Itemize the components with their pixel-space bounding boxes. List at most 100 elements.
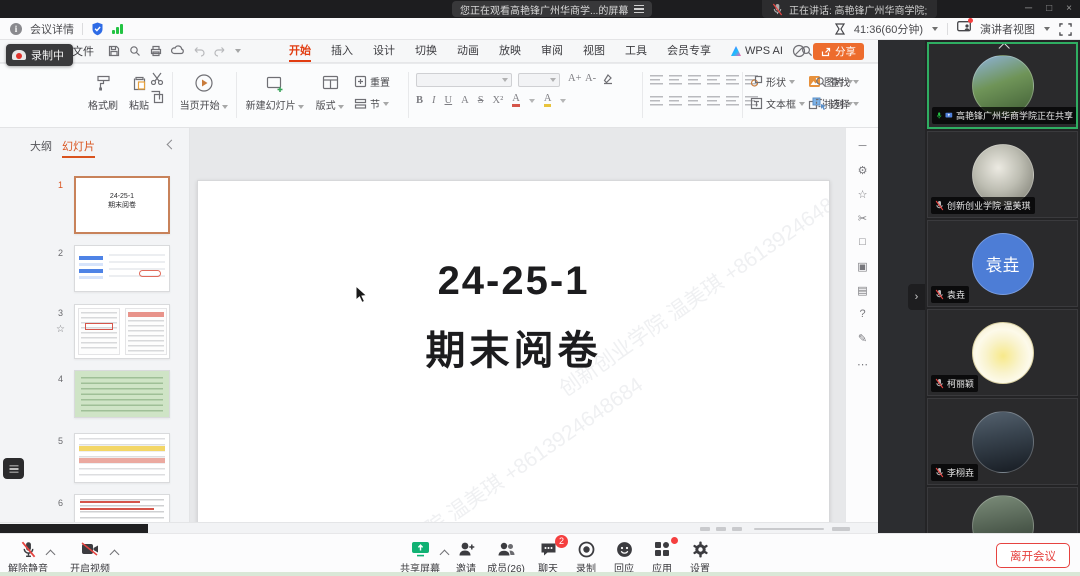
shadow-button[interactable]: A	[461, 95, 469, 106]
meeting-details-link[interactable]: 会议详情	[30, 21, 74, 37]
new-slide-button[interactable]: 新建幻灯片	[244, 72, 306, 112]
tools-icon[interactable]: ✂	[846, 212, 879, 225]
copy-panel-icon[interactable]: □	[846, 236, 879, 248]
font-color-button[interactable]: A	[512, 94, 520, 107]
strike-button[interactable]: S	[478, 95, 484, 106]
bold-button[interactable]: B	[416, 95, 423, 106]
select-button[interactable]: 选择	[815, 96, 859, 111]
view-sorter-icon[interactable]	[716, 527, 726, 531]
tab-tools[interactable]: 工具	[615, 40, 657, 63]
italic-button[interactable]: I	[432, 95, 436, 106]
highlight-color-button[interactable]: A	[544, 94, 552, 107]
superscript-button[interactable]: X²	[493, 95, 504, 106]
participant-tile[interactable]: 创新创业学院 温美琪	[927, 131, 1078, 218]
tab-member[interactable]: 会员专享	[657, 40, 721, 63]
banner-menu-icon[interactable]	[634, 5, 644, 13]
slide-thumbnail-3[interactable]	[74, 304, 170, 359]
print-preview-icon[interactable]	[129, 45, 141, 57]
underline-button[interactable]: U	[445, 95, 453, 106]
view-show-icon[interactable]	[732, 527, 742, 531]
collapse-tile-chevron-icon[interactable]	[998, 43, 1009, 54]
slide-canvas[interactable]: 创新创业学院 温美琪 +8613924648684 创新创业学院 温美琪 +86…	[197, 180, 830, 532]
distribute-icon[interactable]	[726, 95, 739, 106]
tab-home[interactable]: 开始	[279, 40, 321, 63]
find-button[interactable]: 查找	[815, 74, 859, 89]
decrease-font-button[interactable]: A-	[585, 73, 596, 84]
align-right-icon[interactable]	[688, 95, 701, 106]
view-normal-icon[interactable]	[700, 527, 710, 531]
chart-panel-icon[interactable]: ▣	[846, 260, 879, 273]
collapse-panel-icon[interactable]	[167, 140, 177, 150]
leave-meeting-button[interactable]: 离开会议	[996, 543, 1070, 568]
font-family-chevron-icon[interactable]	[502, 78, 508, 82]
participant-tile[interactable]: 柯丽颖	[927, 309, 1078, 396]
tab-slideshow[interactable]: 放映	[489, 40, 531, 63]
slide-thumbnail-5[interactable]	[74, 433, 170, 483]
font-color-chevron-icon[interactable]	[529, 99, 535, 103]
tab-animation[interactable]: 动画	[447, 40, 489, 63]
undo-icon[interactable]	[193, 45, 205, 57]
mic-options-chevron-icon[interactable]	[46, 550, 56, 560]
textbox-button[interactable]: 文本框	[750, 96, 805, 111]
slide-thumbnail-2[interactable]	[74, 245, 170, 292]
reset-button[interactable]: 重置	[354, 74, 390, 89]
watching-banner[interactable]: 您正在观看高艳锋广州华商学...的屏幕	[452, 1, 652, 17]
participant-tile[interactable]: 高艳锋广州华商学院正在共享	[927, 42, 1078, 129]
increase-indent-icon[interactable]	[707, 74, 720, 85]
minimize-button[interactable]: ─	[1025, 3, 1032, 14]
highlight-chevron-icon[interactable]	[560, 99, 566, 103]
settings-icon[interactable]: ⚙	[846, 164, 879, 177]
text-direction-icon[interactable]	[726, 74, 739, 85]
timer-chevron-down-icon[interactable]	[932, 27, 938, 31]
security-shield-icon[interactable]	[91, 22, 104, 36]
format-painter-button[interactable]: 格式刷	[86, 72, 120, 112]
section-button[interactable]: 节	[354, 96, 389, 111]
redo-icon[interactable]	[214, 45, 226, 57]
shapes-button[interactable]: 形状	[750, 74, 795, 89]
info-icon[interactable]: i	[10, 23, 22, 35]
view-mode-chevron-down-icon[interactable]	[1044, 27, 1050, 31]
unmute-button[interactable]: 解除静音	[0, 539, 56, 575]
copy-icon[interactable]	[150, 90, 164, 104]
expand-panel-button[interactable]: ›	[908, 284, 925, 310]
play-from-current-button[interactable]: 当页开始	[178, 72, 230, 112]
more-dots-icon[interactable]: ⋯	[846, 358, 879, 371]
tab-insert[interactable]: 插入	[321, 40, 363, 63]
settings-button[interactable]: 设置	[672, 539, 728, 575]
save-icon[interactable]	[108, 45, 120, 57]
tab-wps-ai[interactable]: WPS AI	[721, 45, 793, 57]
slide-thumbnail-4[interactable]	[74, 370, 170, 418]
notes-panel-icon[interactable]: ▤	[846, 284, 879, 297]
view-mode-label[interactable]: 演讲者视图	[980, 21, 1035, 37]
justify-icon[interactable]	[707, 95, 720, 106]
wps-share-button[interactable]: 分享	[813, 43, 864, 60]
participant-tile[interactable]: 李栩垚	[927, 398, 1078, 485]
decrease-indent-icon[interactable]	[688, 74, 701, 85]
participant-tile[interactable]: 袁垚 袁垚	[927, 220, 1078, 307]
favorites-star-icon[interactable]: ☆	[846, 188, 879, 201]
tab-outline[interactable]: 大纲	[30, 138, 52, 154]
tab-transition[interactable]: 切换	[405, 40, 447, 63]
cloud-sync-icon[interactable]	[792, 44, 806, 58]
view-mode-icon[interactable]	[957, 20, 971, 38]
numbering-icon[interactable]	[669, 74, 682, 85]
clear-format-icon[interactable]	[602, 73, 614, 85]
tab-design[interactable]: 设计	[363, 40, 405, 63]
close-button[interactable]: ×	[1066, 3, 1072, 14]
tab-review[interactable]: 审阅	[531, 40, 573, 63]
zoom-slider[interactable]	[754, 528, 824, 530]
video-options-chevron-icon[interactable]	[110, 550, 120, 560]
help-icon[interactable]: ?	[846, 308, 879, 320]
cut-icon[interactable]	[150, 72, 164, 85]
cloud-share-icon[interactable]	[171, 45, 184, 57]
tab-view[interactable]: 视图	[573, 40, 615, 63]
meeting-drawer-handle[interactable]	[3, 458, 24, 479]
bullets-icon[interactable]	[650, 74, 663, 85]
align-center-icon[interactable]	[669, 95, 682, 106]
maximize-button[interactable]: □	[1046, 3, 1052, 14]
slide-thumbnail-1[interactable]: 24-25-1 期末阅卷	[74, 176, 170, 234]
collapse-rail-icon[interactable]: ─	[846, 140, 879, 152]
start-video-button[interactable]: 开启视频	[62, 539, 118, 575]
network-signal-icon[interactable]	[112, 24, 123, 34]
print-icon[interactable]	[150, 45, 162, 57]
